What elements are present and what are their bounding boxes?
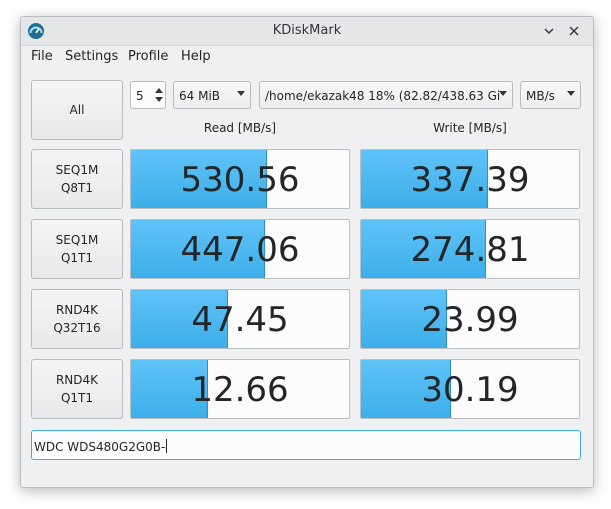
spin-up-icon[interactable] <box>155 88 163 93</box>
close-button[interactable] <box>565 22 583 40</box>
run-all-label: All <box>69 103 85 117</box>
read-column-header: Read [MB/s] <box>203 121 277 135</box>
test-name: RND4K <box>55 303 99 317</box>
write-value: 337.39 <box>410 160 530 200</box>
text-cursor <box>166 439 168 453</box>
menu-bar: File Settings Profile Help <box>21 46 593 68</box>
units-value: MB/s <box>526 89 555 103</box>
menu-file[interactable]: File <box>31 49 53 64</box>
write-value: 23.99 <box>421 300 519 340</box>
write-result-cell: 23.99 <box>360 289 580 349</box>
write-result-cell: 274.81 <box>360 219 580 279</box>
menu-help[interactable]: Help <box>181 49 211 64</box>
chevron-down-icon <box>499 91 507 96</box>
write-value: 274.81 <box>410 230 530 270</box>
test-button[interactable]: SEQ1M Q1T1 <box>31 219 123 279</box>
test-name: RND4K <box>55 373 99 387</box>
write-result-cell: 337.39 <box>360 149 580 209</box>
run-all-button[interactable]: All <box>31 80 123 140</box>
close-icon <box>569 26 579 36</box>
target-path-select[interactable]: /home/ekazak48 18% (82.82/438.63 Gi <box>259 81 513 109</box>
device-name-value: WDC WDS480G2G0B- <box>34 440 166 454</box>
chevron-down-icon <box>544 28 554 34</box>
device-name-field[interactable]: WDC WDS480G2G0B- <box>31 430 581 460</box>
test-button[interactable]: SEQ1M Q8T1 <box>31 149 123 209</box>
read-result-cell: 12.66 <box>130 359 350 419</box>
test-params: Q8T1 <box>60 181 94 195</box>
collapse-button[interactable] <box>540 22 558 40</box>
read-value: 47.45 <box>191 300 289 340</box>
read-value: 12.66 <box>191 370 289 410</box>
title-bar[interactable]: KDiskMark <box>21 17 593 46</box>
read-value: 447.06 <box>180 230 300 270</box>
target-path-value: /home/ekazak48 18% (82.82/438.63 Gi <box>265 89 501 103</box>
read-result-cell: 447.06 <box>130 219 350 279</box>
test-params: Q1T1 <box>60 251 94 265</box>
write-column-header: Write [MB/s] <box>433 121 507 135</box>
write-value: 30.19 <box>421 370 519 410</box>
loops-spinbox[interactable]: 5 <box>130 81 166 109</box>
test-name: SEQ1M <box>55 233 99 247</box>
window-title: KDiskMark <box>272 23 342 38</box>
read-result-cell: 530.56 <box>130 149 350 209</box>
read-value: 530.56 <box>180 160 300 200</box>
units-select[interactable]: MB/s <box>520 81 581 109</box>
spin-down-icon[interactable] <box>155 97 163 102</box>
loops-value: 5 <box>136 89 144 103</box>
test-size-select[interactable]: 64 MiB <box>173 81 251 109</box>
chevron-down-icon <box>567 91 575 96</box>
test-button[interactable]: RND4K Q32T16 <box>31 289 123 349</box>
read-result-cell: 47.45 <box>130 289 350 349</box>
test-name: SEQ1M <box>55 163 99 177</box>
test-size-value: 64 MiB <box>179 89 221 103</box>
test-params: Q32T16 <box>53 321 101 335</box>
test-button[interactable]: RND4K Q1T1 <box>31 359 123 419</box>
chevron-down-icon <box>237 91 245 96</box>
menu-profile[interactable]: Profile <box>128 49 168 64</box>
kdiskmark-window: KDiskMark File Settings Profile Help All… <box>20 16 594 488</box>
test-params: Q1T1 <box>60 391 94 405</box>
write-result-cell: 30.19 <box>360 359 580 419</box>
menu-settings[interactable]: Settings <box>65 49 118 64</box>
